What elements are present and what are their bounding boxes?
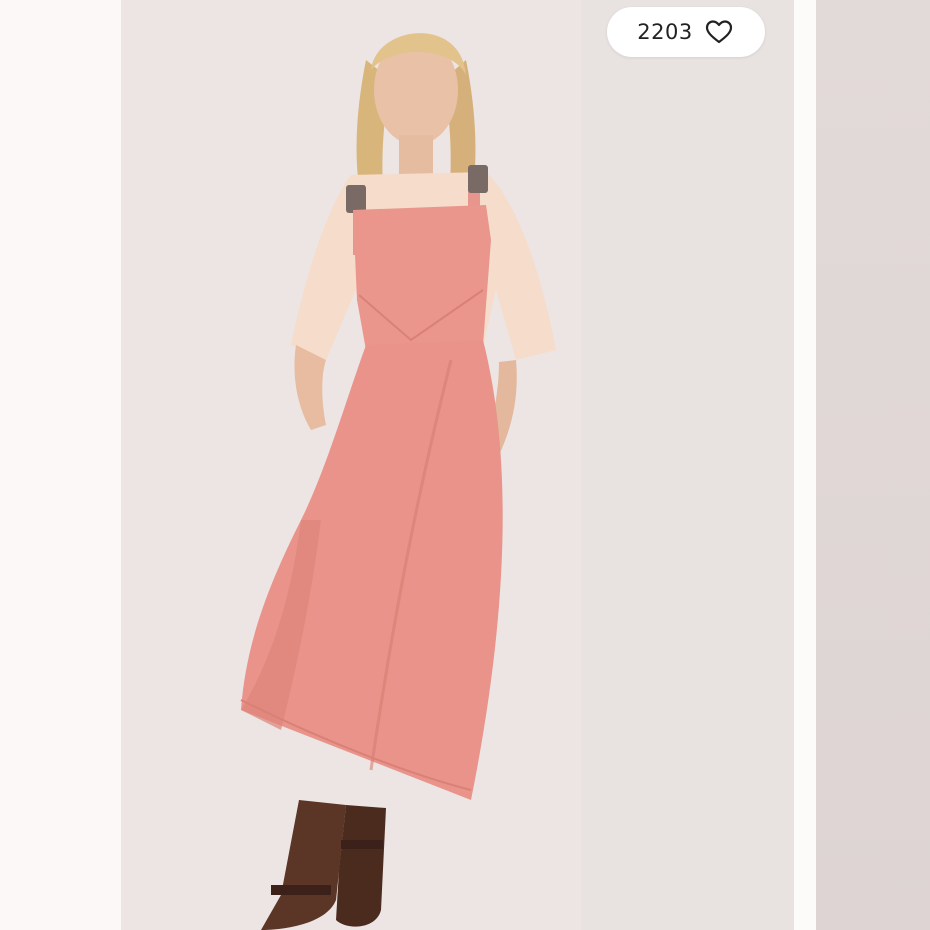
product-photo-main[interactable]: [121, 0, 794, 930]
heart-outline-icon: [705, 20, 732, 44]
carousel-divider: [794, 0, 816, 930]
product-image-carousel[interactable]: 2203: [0, 0, 930, 930]
like-count: 2203: [637, 20, 693, 44]
product-photo-next-preview[interactable]: [816, 0, 930, 930]
carousel-left-gutter: [0, 0, 121, 930]
like-button[interactable]: 2203: [607, 7, 765, 57]
model-illustration: [121, 0, 794, 930]
